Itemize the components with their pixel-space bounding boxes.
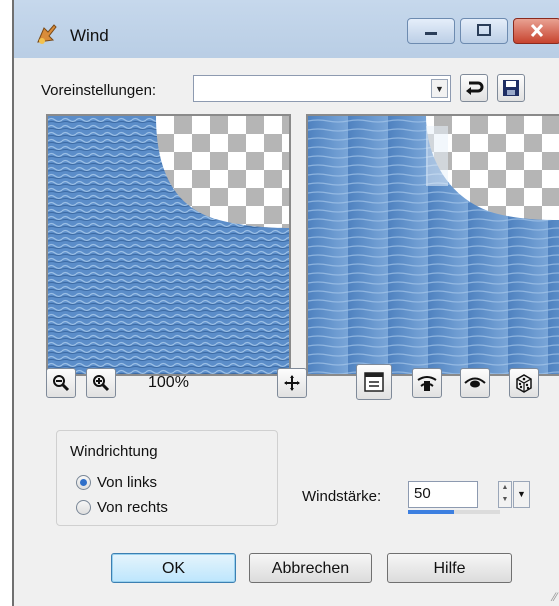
preview-mode-button[interactable] [356, 364, 392, 400]
app-icon [37, 24, 57, 44]
dialog-body: Voreinstellungen: ▼ 100% Windrichtung Vo… [14, 58, 559, 606]
dice-icon [516, 374, 532, 393]
zoom-level: 100% [148, 374, 189, 391]
reset-icon [466, 81, 484, 95]
zoom-in-button[interactable] [86, 368, 116, 398]
minimize-button[interactable] [407, 18, 455, 44]
preview-image-original [48, 116, 289, 374]
minimize-icon [425, 32, 437, 35]
ok-button[interactable]: OK [111, 553, 236, 583]
cancel-button[interactable]: Abbrechen [249, 553, 372, 583]
preview-image-result [308, 116, 559, 374]
preview-result[interactable] [306, 114, 559, 376]
radio-button[interactable] [76, 499, 91, 515]
radio-from-right-label: Von rechts [97, 498, 168, 516]
presets-label: Voreinstellungen: [41, 82, 157, 99]
eye-icon [464, 377, 486, 388]
radio-from-left-label: Von links [97, 473, 158, 491]
wind-strength-slider[interactable] [408, 510, 500, 514]
proof-icon [417, 376, 437, 391]
close-icon [530, 23, 544, 38]
resize-grip-icon[interactable]: ⁄⁄ [553, 590, 557, 604]
zoom-out-icon [53, 375, 70, 392]
maximize-icon [477, 24, 491, 36]
wind-direction-label: Windrichtung [66, 443, 162, 460]
list-icon [364, 372, 384, 392]
wind-strength-input[interactable]: 50 [408, 481, 478, 508]
chevron-down-icon[interactable]: ▼ [431, 79, 448, 98]
randomize-button[interactable] [509, 368, 539, 398]
chevron-down-icon[interactable]: ▼ [513, 481, 530, 508]
radio-from-right[interactable]: Von rechts [76, 496, 168, 518]
close-button[interactable] [513, 18, 559, 44]
zoom-in-icon [93, 375, 110, 392]
radio-from-left[interactable]: Von links [76, 471, 157, 493]
spin-arrows-icon[interactable]: ▲ ▼ [498, 481, 512, 508]
presets-combo[interactable]: ▼ [193, 75, 451, 102]
zoom-out-button[interactable] [46, 368, 76, 398]
window-title: Wind [70, 26, 109, 45]
wind-strength-fill [408, 510, 454, 514]
radio-button-checked[interactable] [76, 474, 91, 490]
pan-button[interactable] [277, 368, 307, 398]
save-preset-button[interactable] [497, 74, 525, 102]
pan-icon [284, 375, 300, 391]
maximize-button[interactable] [460, 18, 508, 44]
save-icon [503, 80, 519, 96]
wind-dialog: Wind Voreinstellungen: ▼ 100% Windrichtu… [12, 0, 559, 606]
preview-original[interactable] [46, 114, 291, 376]
wind-strength-label: Windstärke: [302, 488, 382, 505]
proof-button[interactable] [412, 368, 442, 398]
reset-button[interactable] [460, 74, 488, 102]
help-button[interactable]: Hilfe [387, 553, 512, 583]
auto-proof-button[interactable] [460, 368, 490, 398]
